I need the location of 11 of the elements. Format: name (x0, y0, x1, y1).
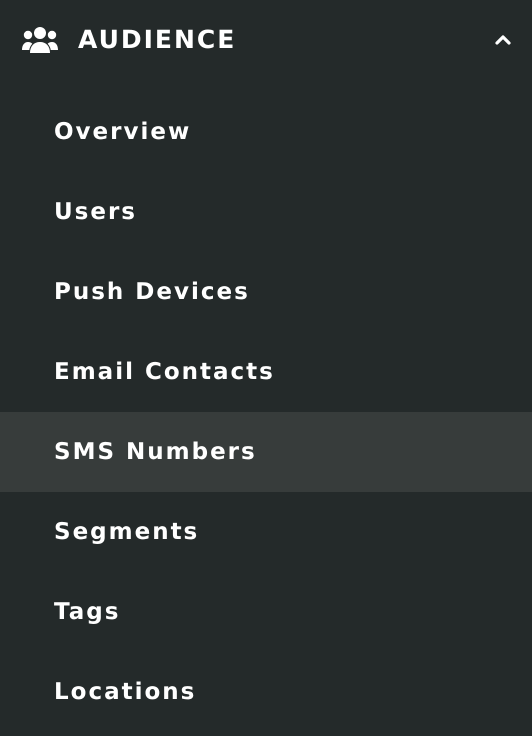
sidebar-item[interactable]: Locations (0, 652, 532, 732)
sidebar-item[interactable]: SMS Numbers (0, 412, 532, 492)
users-icon (22, 26, 58, 54)
sidebar-item[interactable]: Segments (0, 492, 532, 572)
sidebar-item[interactable]: Overview (0, 92, 532, 172)
sidebar-item[interactable]: Users (0, 172, 532, 252)
section-header[interactable]: AUDIENCE (0, 0, 532, 80)
sidebar-item[interactable]: Push Devices (0, 252, 532, 332)
sidebar-item[interactable]: Tags (0, 572, 532, 652)
section-title: AUDIENCE (78, 24, 238, 56)
sidebar-item[interactable]: Email Contacts (0, 332, 532, 412)
